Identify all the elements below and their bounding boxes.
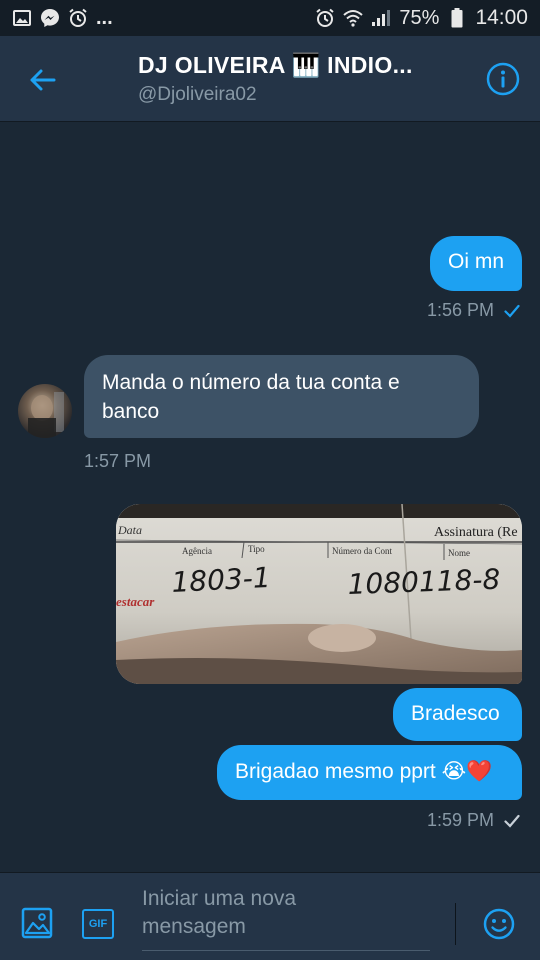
message-text: Oi mn [448, 250, 505, 273]
slip-data-label: Data [117, 523, 142, 537]
messenger-notification-icon [40, 8, 60, 28]
alarm-notification-icon [68, 8, 88, 28]
add-gif-button[interactable]: GIF [82, 909, 114, 939]
more-notifications-indicator: ... [96, 6, 113, 29]
gallery-notification-icon [12, 8, 32, 28]
battery-percent: 75% [399, 6, 440, 29]
incoming-message[interactable]: Manda o número da tua conta e banco [84, 355, 479, 438]
message-timestamp: 1:56 PM [427, 300, 520, 321]
slip-account-number: 1080118-8 [347, 563, 501, 601]
message-input[interactable]: Iniciar uma nova mensagem [142, 885, 432, 941]
outgoing-message[interactable]: Bradesco [393, 688, 522, 741]
slip-assinatura-label: Assinatura (Re [434, 525, 518, 540]
conversation-title[interactable]: DJ OLIVEIRA 🎹 INDIO... [138, 52, 413, 79]
composer-divider [455, 903, 456, 945]
outgoing-message[interactable]: Brigadao mesmo pprt 😭❤️ [217, 745, 522, 800]
alarm-icon [315, 8, 335, 28]
bank-slip-photo: Data Agência Tipo Número da Cont Nome As… [116, 504, 522, 684]
outgoing-message[interactable]: Oi mn [430, 236, 522, 291]
message-text-line2: banco [102, 400, 160, 423]
sent-check-icon [504, 814, 520, 828]
message-text: Bradesco [411, 702, 500, 725]
slip-nome-label: Nome [448, 548, 470, 558]
read-check-icon [504, 304, 520, 318]
slip-destacar-label: estacar [116, 594, 155, 609]
wifi-icon [343, 8, 364, 28]
back-arrow-icon [30, 69, 56, 91]
conversation-handle[interactable]: @Djoliveira02 [138, 84, 257, 106]
battery-icon [447, 8, 467, 28]
status-bar: ... 75% 14:00 [0, 0, 540, 36]
slip-agencia-label: Agência [182, 546, 212, 556]
message-timestamp: 1:57 PM [84, 451, 152, 471]
message-timestamp: 1:59 PM [427, 810, 520, 831]
message-list[interactable]: Oi mn 1:56 PM Manda o número da tua cont… [0, 122, 540, 872]
message-text-line1: Manda o número da tua conta e [102, 371, 400, 394]
message-text: Brigadao mesmo pprt 😭❤️ [235, 760, 493, 783]
info-icon [486, 62, 520, 96]
signal-icon [371, 8, 391, 28]
gif-icon: GIF [88, 918, 108, 930]
message-composer: GIF Iniciar uma nova mensagem [0, 872, 540, 960]
emoji-button[interactable] [482, 907, 516, 941]
slip-agency-number: 1803-1 [171, 561, 272, 599]
add-photo-button[interactable] [20, 906, 54, 940]
image-attachment[interactable]: Data Agência Tipo Número da Cont Nome As… [116, 504, 522, 684]
image-icon [21, 907, 53, 939]
info-button[interactable] [486, 62, 520, 96]
back-button[interactable] [22, 62, 62, 98]
contact-avatar[interactable] [18, 384, 72, 438]
emoji-icon [483, 908, 515, 940]
slip-tipo-label: Tipo [248, 544, 265, 554]
conversation-header: DJ OLIVEIRA 🎹 INDIO... @Djoliveira02 [0, 36, 540, 122]
input-underline [142, 950, 430, 951]
slip-numero-label: Número da Cont [332, 546, 392, 556]
clock: 14:00 [475, 6, 528, 29]
